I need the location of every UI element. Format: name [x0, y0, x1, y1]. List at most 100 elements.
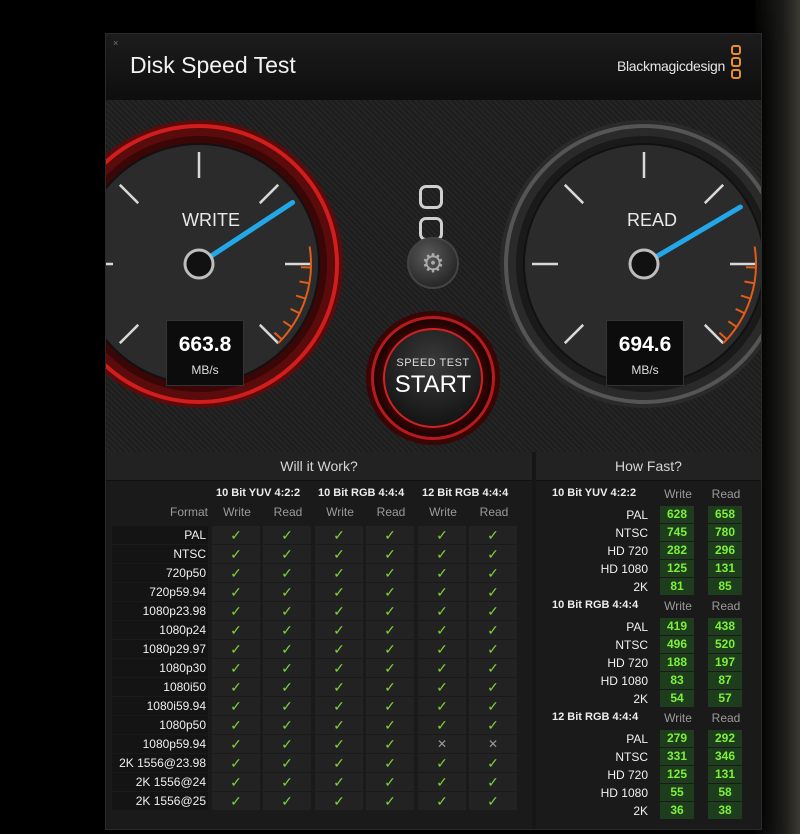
table-row: 2K 54 57	[536, 690, 761, 708]
format-label: 1080p50	[112, 716, 208, 734]
read-speed-value: 694.6	[618, 333, 672, 356]
table-row: NTSC 745 780	[536, 524, 761, 542]
how-fast-group-header: 12 Bit RGB 4:4:4	[552, 711, 639, 723]
how-fast-title: How Fast?	[536, 452, 761, 481]
check-icon: ✓	[469, 773, 517, 791]
check-icon: ✓	[315, 716, 363, 734]
check-icon: ✓	[418, 678, 466, 696]
format-label: 1080i50	[112, 678, 208, 696]
table-row: 1080p29.97 ✓ ✓ ✓ ✓ ✓ ✓	[106, 640, 532, 659]
read-speed-cell: 85	[708, 578, 742, 595]
write-column-header: Write	[664, 711, 692, 725]
write-column-header: Write	[429, 505, 457, 519]
format-label: 2K 1556@25	[112, 792, 208, 810]
table-row: 1080p23.98 ✓ ✓ ✓ ✓ ✓ ✓	[106, 602, 532, 621]
window-title: Disk Speed Test	[130, 52, 296, 78]
close-icon[interactable]: ×	[113, 39, 118, 48]
table-row: 2K 1556@23.98 ✓ ✓ ✓ ✓ ✓ ✓	[106, 754, 532, 773]
check-icon: ✓	[366, 564, 414, 582]
write-speed-cell: 496	[660, 636, 694, 653]
check-icon: ✓	[212, 754, 260, 772]
check-icon: ✓	[315, 526, 363, 544]
format-label: HD 1080	[600, 786, 648, 800]
read-column-header: Read	[711, 599, 741, 613]
check-icon: ✓	[212, 545, 260, 563]
write-speed-cell: 83	[660, 672, 694, 689]
how-fast-panel: How Fast? 10 Bit YUV 4:2:2 Write Read PAL 62…	[536, 452, 761, 829]
how-fast-group-header: 10 Bit RGB 4:4:4	[552, 599, 639, 611]
group-header: 12 Bit RGB 4:4:4	[422, 487, 509, 499]
check-icon: ✓	[212, 602, 260, 620]
table-row: 2K 36 38	[536, 802, 761, 820]
table-row: HD 1080 55 58	[536, 784, 761, 802]
write-speed-cell: 745	[660, 524, 694, 541]
format-label: NTSC	[615, 638, 648, 652]
format-label: PAL	[626, 508, 648, 522]
settings-button[interactable]: ⚙	[407, 237, 459, 289]
format-label: 1080p59.94	[112, 735, 208, 753]
format-label: 1080p30	[112, 659, 208, 677]
read-speed-unit: MB/s	[631, 363, 659, 377]
table-row: HD 720 125 131	[536, 766, 761, 784]
format-label: NTSC	[112, 545, 208, 563]
check-icon: ✓	[469, 792, 517, 810]
start-button[interactable]: SPEED TEST START	[371, 316, 495, 440]
format-label: NTSC	[615, 526, 648, 540]
group-header: 10 Bit RGB 4:4:4	[318, 487, 405, 499]
table-row: 2K 81 85	[536, 578, 761, 596]
format-column-header: Format	[169, 505, 208, 519]
check-icon: ✓	[366, 526, 414, 544]
format-label: 2K	[633, 580, 648, 594]
table-row: HD 720 188 197	[536, 654, 761, 672]
check-icon: ✓	[469, 621, 517, 639]
table-row: 2K 1556@24 ✓ ✓ ✓ ✓ ✓ ✓	[106, 773, 532, 792]
check-icon: ✓	[315, 621, 363, 639]
check-icon: ✓	[418, 697, 466, 715]
write-column-header: Write	[664, 487, 692, 501]
check-icon: ✓	[315, 773, 363, 791]
check-icon: ✓	[263, 564, 311, 582]
check-icon: ✓	[212, 640, 260, 658]
will-it-work-panel: Will it Work? 10 Bit YUV 4:2:2 10 Bit RG…	[106, 452, 532, 829]
check-icon: ✓	[212, 564, 260, 582]
check-icon: ✓	[315, 545, 363, 563]
check-icon: ✓	[263, 735, 311, 753]
check-icon: ✓	[366, 602, 414, 620]
table-row: 1080p50 ✓ ✓ ✓ ✓ ✓ ✓	[106, 716, 532, 735]
check-icon: ✓	[315, 735, 363, 753]
check-icon: ✓	[315, 640, 363, 658]
write-speed-cell: 55	[660, 784, 694, 801]
check-icon: ✓	[263, 716, 311, 734]
check-icon: ✓	[315, 678, 363, 696]
table-row: HD 1080 125 131	[536, 560, 761, 578]
check-icon: ✓	[263, 545, 311, 563]
format-label: PAL	[112, 526, 208, 544]
read-speed-cell: 57	[708, 690, 742, 707]
check-icon: ✓	[469, 697, 517, 715]
write-column-header: Write	[326, 505, 354, 519]
write-speed-cell: 125	[660, 560, 694, 577]
read-speed-cell: 780	[708, 524, 742, 541]
write-speed-unit: MB/s	[191, 363, 219, 377]
cross-icon: ✕	[469, 735, 517, 753]
read-speed-cell: 58	[708, 784, 742, 801]
table-row: PAL 628 658	[536, 506, 761, 524]
brand-name: Blackmagicdesign	[616, 58, 725, 74]
format-label: 1080p29.97	[112, 640, 208, 658]
write-speed-cell: 419	[660, 618, 694, 635]
check-icon: ✓	[315, 602, 363, 620]
check-icon: ✓	[366, 640, 414, 658]
gauge-hub	[628, 248, 660, 280]
check-icon: ✓	[315, 697, 363, 715]
write-speed-cell: 282	[660, 542, 694, 559]
check-icon: ✓	[212, 659, 260, 677]
will-it-work-title: Will it Work?	[106, 452, 532, 481]
format-label: HD 720	[607, 656, 648, 670]
title-bar: × Disk Speed Test Blackmagicdesign	[106, 34, 761, 101]
read-speed-cell: 658	[708, 506, 742, 523]
gear-icon: ⚙	[421, 247, 445, 278]
check-icon: ✓	[469, 754, 517, 772]
start-button-face: SPEED TEST START	[383, 328, 483, 428]
check-icon: ✓	[212, 678, 260, 696]
check-icon: ✓	[418, 716, 466, 734]
